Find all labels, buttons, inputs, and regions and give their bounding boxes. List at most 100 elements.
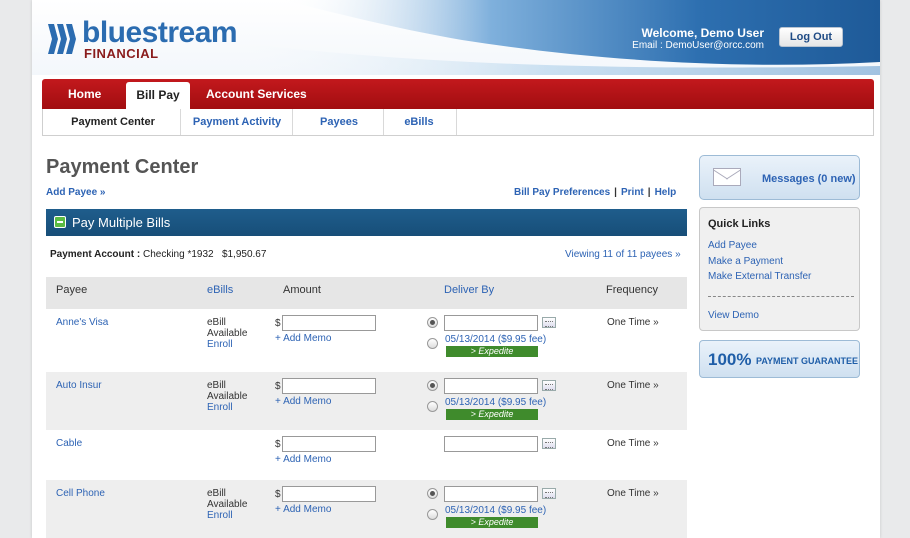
ebill-available: Available (207, 499, 248, 510)
add-payee-link[interactable]: Add Payee » (46, 187, 105, 198)
payee-link[interactable]: Anne's Visa (56, 317, 108, 328)
email-text: Email : DemoUser@orcc.com (632, 40, 764, 51)
quick-link-make-payment[interactable]: Make a Payment (708, 256, 783, 267)
table-row: Cell Phone eBill Available Enroll $ + Ad… (46, 480, 687, 538)
expedite-fee-text[interactable]: 05/13/2014 ($9.95 fee) (445, 397, 546, 408)
expedite-fee-text[interactable]: 05/13/2014 ($9.95 fee) (445, 505, 546, 516)
quick-links-divider (708, 296, 854, 297)
ebill-available: Available (207, 391, 248, 402)
col-deliver-by[interactable]: Deliver By (444, 281, 494, 299)
envelope-icon (713, 168, 741, 186)
amount-input[interactable] (282, 315, 376, 331)
viewing-payees-link[interactable]: Viewing 11 of 11 payees » (565, 249, 681, 260)
tab-bill-pay[interactable]: Bill Pay (126, 82, 190, 109)
ebill-status: eBill Available Enroll (207, 488, 247, 521)
expedite-button[interactable]: > Expedite (446, 517, 538, 528)
expedite-radio[interactable] (427, 401, 438, 412)
view-demo-link[interactable]: View Demo (708, 310, 759, 321)
frequency-link[interactable]: One Time » (607, 380, 659, 391)
frequency-link[interactable]: One Time » (607, 438, 659, 449)
add-memo-link[interactable]: + Add Memo (275, 454, 331, 465)
quick-links-title: Quick Links (708, 218, 771, 230)
payment-account-balance: $1,950.67 (221, 249, 267, 260)
frequency-link[interactable]: One Time » (607, 488, 659, 499)
logo-subtitle: FINANCIAL (84, 46, 159, 61)
calendar-icon[interactable] (542, 488, 556, 499)
logo-bars-icon (48, 24, 76, 54)
subnav-divider (180, 109, 181, 135)
calendar-icon[interactable] (542, 317, 556, 328)
subtab-payees[interactable]: Payees (299, 109, 379, 135)
deliver-date-input[interactable] (444, 315, 538, 331)
expedite-radio[interactable] (427, 509, 438, 520)
subtab-payment-activity[interactable]: Payment Activity (187, 109, 287, 135)
collapse-icon[interactable] (54, 216, 66, 228)
enroll-link[interactable]: Enroll (207, 402, 247, 413)
standard-delivery-radio[interactable] (427, 488, 438, 499)
deliver-date-input[interactable] (444, 378, 538, 394)
page: bluestream FINANCIAL Welcome, Demo User … (32, 0, 880, 538)
amount-input[interactable] (282, 436, 376, 452)
subtab-payment-center[interactable]: Payment Center (53, 109, 173, 135)
logo-text: bluestream (82, 16, 238, 49)
amount-input[interactable] (282, 486, 376, 502)
payee-link[interactable]: Cell Phone (56, 488, 105, 499)
tab-home[interactable]: Home (68, 79, 101, 109)
payment-account: Payment Account : Checking *1932 $1,950.… (50, 249, 266, 260)
ebill-status: eBill Available Enroll (207, 380, 247, 413)
add-memo-link[interactable]: + Add Memo (275, 333, 331, 344)
subtab-ebills[interactable]: eBills (389, 109, 449, 135)
col-frequency: Frequency (606, 284, 658, 296)
subnav-divider (383, 109, 384, 135)
guarantee-text: PAYMENT GUARANTEE (756, 356, 859, 366)
amount-input[interactable] (282, 378, 376, 394)
payee-link[interactable]: Cable (56, 438, 82, 449)
site-header: bluestream FINANCIAL Welcome, Demo User … (32, 0, 880, 75)
add-memo-link[interactable]: + Add Memo (275, 396, 331, 407)
logout-button[interactable]: Log Out (779, 27, 843, 47)
welcome-block: Welcome, Demo User Email : DemoUser@orcc… (632, 26, 764, 51)
add-memo-link[interactable]: + Add Memo (275, 504, 331, 515)
enroll-link[interactable]: Enroll (207, 339, 247, 350)
page-title: Payment Center (46, 156, 199, 178)
subnav-divider (292, 109, 293, 135)
standard-delivery-radio[interactable] (427, 380, 438, 391)
enroll-link[interactable]: Enroll (207, 510, 247, 521)
expedite-button[interactable]: > Expedite (446, 346, 538, 357)
calendar-icon[interactable] (542, 438, 556, 449)
print-link[interactable]: Print (621, 187, 644, 198)
frequency-link[interactable]: One Time » (607, 317, 659, 328)
quick-link-add-payee[interactable]: Add Payee (708, 240, 757, 251)
welcome-text: Welcome, Demo User (641, 26, 765, 40)
currency-symbol: $ (275, 489, 281, 500)
bill-pay-preferences-link[interactable]: Bill Pay Preferences (514, 187, 610, 198)
expedite-fee-text[interactable]: 05/13/2014 ($9.95 fee) (445, 334, 546, 345)
messages-button[interactable]: Messages (0 new) (699, 155, 860, 200)
calendar-icon[interactable] (542, 380, 556, 391)
col-ebills[interactable]: eBills (207, 281, 233, 299)
currency-symbol: $ (275, 381, 281, 392)
ebill-label: eBill (207, 380, 226, 391)
ebill-label: eBill (207, 488, 226, 499)
payment-guarantee-badge[interactable]: 100% PAYMENT GUARANTEE (699, 340, 860, 378)
quick-link-external-transfer[interactable]: Make External Transfer (708, 271, 811, 282)
tab-account-services[interactable]: Account Services (206, 79, 307, 109)
guarantee-percent: 100% (708, 350, 752, 369)
sub-nav: Payment Center Payment Activity Payees e… (42, 109, 874, 136)
deliver-date-input[interactable] (444, 486, 538, 502)
help-link[interactable]: Help (655, 187, 677, 198)
col-payee: Payee (56, 284, 88, 296)
top-links: Bill Pay Preferences | Print | Help (514, 187, 676, 198)
messages-label: Messages (0 new) (762, 173, 856, 185)
deliver-date-input[interactable] (444, 436, 538, 452)
ebill-status: eBill Available Enroll (207, 317, 247, 350)
payee-link[interactable]: Auto Insur (56, 380, 102, 391)
link-separator: | (647, 187, 651, 198)
ebill-label: eBill (207, 317, 226, 328)
pay-multiple-bills-header[interactable]: Pay Multiple Bills (46, 209, 687, 236)
expedite-radio[interactable] (427, 338, 438, 349)
standard-delivery-radio[interactable] (427, 317, 438, 328)
ebill-available: Available (207, 328, 248, 339)
table-row: Cable $ + Add Memo One Time » (46, 430, 687, 480)
expedite-button[interactable]: > Expedite (446, 409, 538, 420)
